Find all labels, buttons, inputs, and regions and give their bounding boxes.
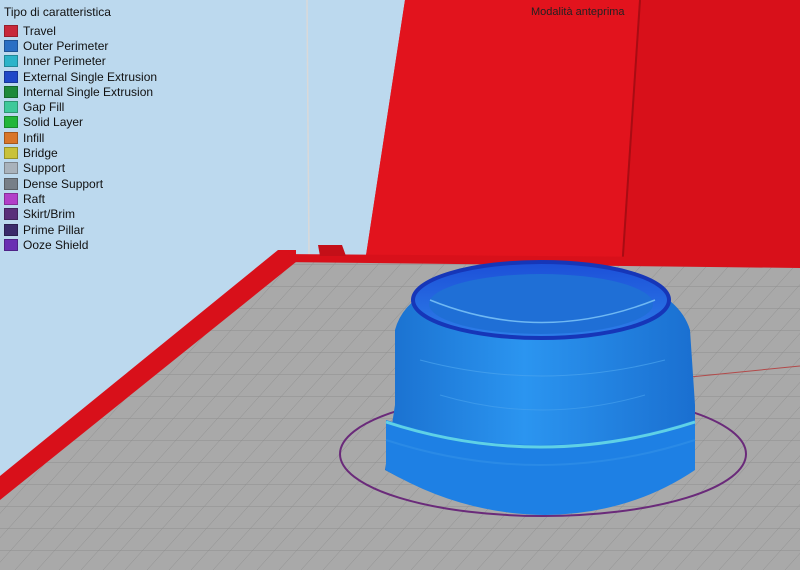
legend-label: Internal Single Extrusion xyxy=(23,84,154,99)
legend-item: Solid Layer xyxy=(4,115,157,130)
legend-label: Support xyxy=(23,161,66,176)
legend-item: Skirt/Brim xyxy=(4,207,157,222)
legend-swatch xyxy=(4,131,18,144)
legend-swatch xyxy=(4,55,18,68)
legend-label: External Single Extrusion xyxy=(23,69,158,84)
legend-label: Ooze Shield xyxy=(23,237,89,252)
legend-label: Skirt/Brim xyxy=(23,207,75,222)
legend-item: Infill xyxy=(4,130,157,145)
legend-swatch xyxy=(4,177,18,190)
legend-item: Gap Fill xyxy=(4,99,157,114)
legend-label: Outer Perimeter xyxy=(23,38,109,53)
legend-label: Bridge xyxy=(23,146,58,161)
legend-title: Tipo di caratteristica xyxy=(4,5,111,19)
legend-label: Infill xyxy=(23,130,45,145)
legend-swatch xyxy=(4,101,18,114)
legend-swatch xyxy=(4,39,18,52)
legend-swatch xyxy=(4,223,18,236)
legend-swatch xyxy=(4,116,18,129)
legend-item: External Single Extrusion xyxy=(4,69,157,84)
legend-swatch xyxy=(4,238,18,251)
legend-label: Gap Fill xyxy=(23,100,65,115)
legend-item: Raft xyxy=(4,191,157,206)
legend-swatch xyxy=(4,70,18,83)
legend-item: Ooze Shield xyxy=(4,237,157,252)
legend-items: Travel Outer Perimeter Inner Perimeter Exte… xyxy=(4,23,157,252)
legend-swatch xyxy=(4,162,18,175)
legend-item: Dense Support xyxy=(4,176,157,191)
legend-item: Prime Pillar xyxy=(4,222,157,237)
legend-item: Travel xyxy=(4,23,157,38)
bed-clip xyxy=(318,245,346,256)
preview-mode-label: Modalità anteprima xyxy=(531,6,625,18)
legend-swatch xyxy=(4,208,18,221)
legend-swatch xyxy=(4,85,18,98)
legend-item: Internal Single Extrusion xyxy=(4,84,157,99)
legend-swatch xyxy=(4,24,18,37)
legend-label: Dense Support xyxy=(23,176,104,191)
legend-swatch xyxy=(4,147,18,160)
z-rod xyxy=(306,0,310,256)
legend-label: Prime Pillar xyxy=(23,222,85,237)
legend-label: Solid Layer xyxy=(23,115,84,130)
feature-type-legend: Tipo di caratteristica Travel Outer Perim… xyxy=(4,5,157,252)
legend-label: Travel xyxy=(23,23,56,38)
printed-part[interactable] xyxy=(385,260,696,515)
legend-label: Inner Perimeter xyxy=(23,54,106,69)
legend-item: Support xyxy=(4,161,157,176)
printer-back-frame-shade xyxy=(365,0,640,270)
legend-item: Outer Perimeter xyxy=(4,38,157,53)
legend-label: Raft xyxy=(23,191,46,206)
legend-item: Bridge xyxy=(4,145,157,160)
legend-item: Inner Perimeter xyxy=(4,54,157,69)
legend-swatch xyxy=(4,192,18,205)
